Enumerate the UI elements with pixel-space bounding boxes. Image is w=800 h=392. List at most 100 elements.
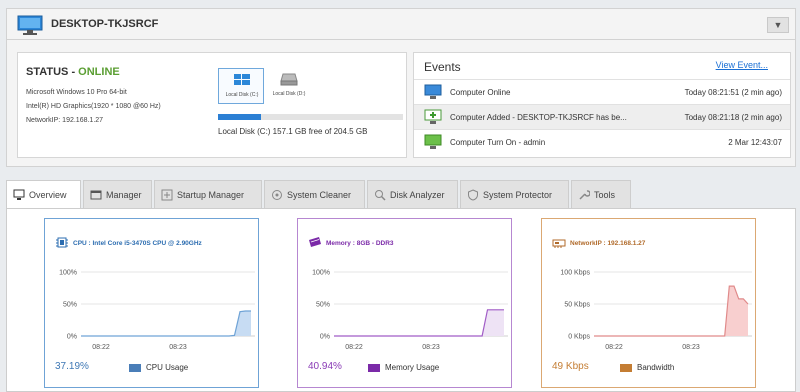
monitor-power-icon (424, 134, 442, 149)
y-tick-label: 100% (59, 270, 77, 277)
computer-icon (17, 15, 43, 35)
y-tick-label: 50% (316, 302, 330, 309)
tab-startup-manager[interactable]: Startup Manager (154, 180, 262, 208)
windows-drive-icon (234, 74, 250, 85)
overview-content: CPU : Intel Core i5-3470S CPU @ 2.90GHz … (6, 208, 796, 392)
tab-tools[interactable]: Tools (571, 180, 631, 208)
magnifier-icon (375, 190, 386, 201)
cpu-card: CPU : Intel Core i5-3470S CPU @ 2.90GHz … (44, 218, 259, 388)
monitor-add-icon (424, 109, 442, 124)
computer-name: DESKTOP-TKJSRCF (51, 18, 159, 30)
view-event-link[interactable]: View Event... (716, 60, 768, 70)
series-area (334, 309, 504, 336)
header-dropdown-button[interactable]: ▼ (767, 17, 789, 33)
x-tick-label: 08:23 (169, 344, 187, 351)
cpu-legend-swatch (129, 364, 141, 372)
x-tick-label: 08:23 (682, 344, 700, 351)
y-tick-label: 0% (320, 334, 330, 341)
overview-icon (13, 189, 25, 200)
disk-usage-fill (218, 114, 261, 120)
bandwidth-legend-swatch (620, 364, 632, 372)
memory-stick-icon (309, 237, 321, 247)
memory-legend-label: Memory Usage (385, 363, 440, 372)
chevron-down-icon: ▼ (773, 20, 783, 30)
memory-card: Memory : 8GB - DDR3 100% 50% 0% 08:22 08:23 … (297, 218, 512, 388)
disk-c-label: Local Disk (C:) (225, 92, 259, 98)
cpu-usage-chart: 100% 50% 0% 08:22 08:23 (59, 270, 255, 351)
shield-icon (468, 189, 478, 201)
cpu-value: 37.19% (55, 361, 89, 372)
events-card: Events View Event... Computer Online Tod… (413, 52, 791, 158)
series-line (594, 285, 749, 337)
event-row[interactable]: Computer Added - DESKTOP-TKJSRCF has be.… (414, 104, 790, 129)
series-area (81, 311, 251, 336)
tab-overview[interactable]: Overview (6, 180, 81, 209)
tab-bar: Overview Manager Startup Manager System … (6, 180, 796, 209)
network-value: 49 Kbps (552, 361, 589, 372)
tab-label: Tools (594, 190, 616, 200)
wrench-icon (579, 190, 590, 200)
series-line (334, 309, 504, 337)
event-row[interactable]: Computer Turn On - admin 2 Mar 12:43:07 (414, 129, 790, 154)
network-card-icon (552, 239, 566, 248)
event-row[interactable]: Computer Online Today 08:21:51 (2 min ag… (414, 79, 790, 104)
tab-system-cleaner[interactable]: System Cleaner (264, 180, 365, 208)
computer-header: DESKTOP-TKJSRCF ▼ (6, 8, 796, 40)
status-state: ONLINE (78, 66, 120, 78)
cleaner-icon (272, 190, 282, 200)
event-text: Computer Online (450, 88, 511, 97)
status-title: STATUS - ONLINE (26, 66, 120, 78)
x-tick-label: 08:22 (605, 344, 623, 351)
disk-d-button[interactable]: Local Disk (D:) (266, 68, 312, 104)
overview-top-panel: STATUS - ONLINE Microsoft Windows 10 Pro… (6, 40, 796, 167)
disk-c-button[interactable]: Local Disk (C:) (218, 68, 264, 104)
tab-label: Overview (29, 190, 67, 200)
event-time: Today 08:21:51 (2 min ago) (684, 88, 782, 97)
tab-label: Disk Analyzer (390, 190, 445, 200)
tab-system-protector[interactable]: System Protector (460, 180, 569, 208)
event-text: Computer Turn On - admin (450, 138, 546, 147)
os-info: Microsoft Windows 10 Pro 64-bit (26, 89, 127, 96)
disk-free-text: Local Disk (C:) 157.1 GB free of 204.5 G… (218, 127, 368, 136)
x-tick-label: 08:22 (92, 344, 110, 351)
event-time: Today 08:21:18 (2 min ago) (684, 113, 782, 122)
tab-disk-analyzer[interactable]: Disk Analyzer (367, 180, 458, 208)
cpu-title: CPU : Intel Core i5-3470S CPU @ 2.90GHz (73, 240, 202, 247)
memory-value: 40.94% (308, 361, 342, 372)
y-tick-label: 0% (67, 334, 77, 341)
tab-label: System Cleaner (287, 190, 352, 200)
status-card: STATUS - ONLINE Microsoft Windows 10 Pro… (17, 52, 407, 158)
network-info: NetworkIP: 192.168.1.27 (26, 117, 104, 124)
network-card: NetworkIP : 192.168.1.27 100 Kbps 50 Kbps… (541, 218, 756, 388)
tab-manager[interactable]: Manager (83, 180, 152, 208)
x-tick-label: 08:23 (422, 344, 440, 351)
window-icon (90, 190, 102, 200)
tab-label: System Protector (483, 190, 553, 200)
memory-title: Memory : 8GB - DDR3 (326, 240, 394, 247)
y-tick-label: 50 Kbps (564, 302, 590, 309)
cpu-legend-label: CPU Usage (146, 363, 189, 372)
hard-drive-icon (280, 73, 298, 86)
status-label: STATUS (26, 66, 69, 78)
disk-d-label: Local Disk (D:) (272, 91, 306, 97)
disk-usage-bar (218, 114, 403, 120)
x-tick-label: 08:22 (345, 344, 363, 351)
bandwidth-legend-label: Bandwidth (637, 363, 675, 372)
y-tick-label: 50% (63, 302, 77, 309)
monitor-icon (424, 84, 442, 99)
bandwidth-chart: 100 Kbps 50 Kbps 0 Kbps 08:22 08:23 (560, 270, 752, 351)
graphics-info: Intel(R) HD Graphics(1920 * 1080 @60 Hz) (26, 103, 161, 110)
y-tick-label: 0 Kbps (568, 334, 590, 341)
memory-legend-swatch (368, 364, 380, 372)
cpu-chip-icon (56, 237, 68, 248)
y-tick-label: 100% (312, 270, 330, 277)
startup-icon (161, 189, 173, 201)
event-text: Computer Added - DESKTOP-TKJSRCF has be.… (450, 113, 627, 122)
series-line (81, 310, 251, 337)
network-title: NetworkIP : 192.168.1.27 (570, 240, 646, 247)
tab-label: Startup Manager (177, 190, 245, 200)
event-time: 2 Mar 12:43:07 (728, 138, 782, 147)
y-tick-label: 100 Kbps (560, 270, 590, 277)
memory-usage-chart: 100% 50% 0% 08:22 08:23 (312, 270, 508, 351)
events-title: Events (424, 60, 461, 74)
